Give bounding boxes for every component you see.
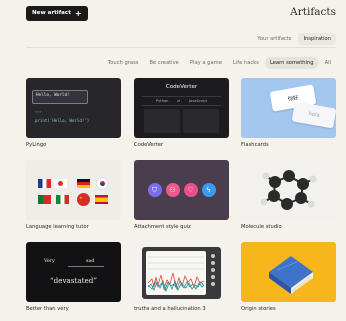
card-caption: Attachment style quiz <box>134 224 191 230</box>
quiz-thumbnail: ⛉ ⚇ ♡ ϟ <box>134 160 229 220</box>
page-title: Artifacts <box>290 6 336 18</box>
word-sad: sad <box>86 259 95 264</box>
flag-korea-icon <box>96 177 109 190</box>
tab-inspiration[interactable]: Inspiration <box>298 33 336 45</box>
tv-knob <box>211 275 215 279</box>
from-language: Python <box>156 99 169 103</box>
lightning-icon: ϟ <box>201 183 216 197</box>
card-codeverter[interactable]: CodeVerter Python ⇄ JavaScript CodeVerte… <box>134 78 229 148</box>
card-caption: PyLingo <box>26 142 47 148</box>
header-divider <box>26 47 336 48</box>
plus-icon: + <box>74 8 82 18</box>
new-artifact-label: New artifact <box>32 10 71 16</box>
people-icon: ⚇ <box>165 183 180 197</box>
card-caption: Origin stories <box>241 306 276 312</box>
molecule-thumbnail <box>241 160 336 220</box>
word-very: Very <box>44 259 55 264</box>
origin-thumbnail <box>241 242 336 302</box>
card-caption: CodeVerter <box>134 142 164 148</box>
filter-touch-grass[interactable]: Touch grass <box>103 57 144 69</box>
flag-italy-icon <box>56 195 69 204</box>
card-caption: Better than very <box>26 306 69 312</box>
better-thumbnail: Very sad “devastated” <box>26 242 121 302</box>
tv-knob <box>211 261 215 265</box>
tv-knob <box>211 268 215 272</box>
filter-be-creative[interactable]: Be creative <box>145 57 184 69</box>
target-panel <box>183 109 219 133</box>
card-caption: Molecule studio <box>241 224 282 230</box>
filter-play-a-game[interactable]: Play a game <box>185 57 227 69</box>
filter-learn-something[interactable]: Learn something <box>264 57 319 69</box>
truths-thumbnail <box>134 242 229 302</box>
input-underline <box>68 266 104 267</box>
card-caption: truths and a hallucination 3 <box>134 306 206 312</box>
card-pylingo[interactable]: Hello, World! >>> print('Hello, World!')… <box>26 78 121 148</box>
card-flashcards[interactable]: 你好 hola Flashcards <box>241 78 336 148</box>
card-origin-stories[interactable]: Origin stories <box>241 242 336 312</box>
tv-screen <box>146 251 206 295</box>
flag-france-icon <box>38 179 51 188</box>
source-panel <box>144 109 180 133</box>
card-molecule-studio[interactable]: Molecule studio <box>241 160 336 230</box>
shield-icon: ⛉ <box>147 183 162 197</box>
card-attachment-quiz[interactable]: ⛉ ⚇ ♡ ϟ Attachment style quiz <box>134 160 229 230</box>
tv-knob <box>211 282 215 286</box>
result-word: “devastated” <box>49 276 98 285</box>
filter-life-hacks[interactable]: Life hacks <box>228 57 264 69</box>
top-tabs: Your artifacts Inspiration <box>252 33 336 45</box>
pylingo-code: print('Hello, World!') <box>35 118 90 123</box>
card-truths[interactable]: truths and a hallucination 3 <box>134 242 229 312</box>
heart-icon: ♡ <box>183 183 198 197</box>
codeverter-thumbnail: CodeVerter Python ⇄ JavaScript <box>134 78 229 138</box>
pylingo-prompt: >>> <box>35 110 42 114</box>
filter-all[interactable]: All <box>320 57 336 69</box>
flag-spain-icon <box>95 195 108 204</box>
flag-germany-icon <box>77 179 90 188</box>
waveform-icon <box>147 256 205 293</box>
flashcards-thumbnail: 你好 hola <box>241 78 336 138</box>
pylingo-thumbnail: Hello, World! >>> print('Hello, World!') <box>26 78 121 138</box>
card-language-tutor[interactable]: ★ Language learning tutor <box>26 160 121 230</box>
category-filters: Touch grass Be creative Play a game Life… <box>103 57 336 69</box>
card-caption: Language learning tutor <box>26 224 89 230</box>
new-artifact-button[interactable]: New artifact + <box>26 6 88 21</box>
flag-portugal-icon <box>38 195 51 204</box>
flashcard-back: hola <box>291 101 336 129</box>
codeverter-header: CodeVerter <box>165 84 198 90</box>
language-tutor-thumbnail: ★ <box>26 160 121 220</box>
swap-icon: ⇄ <box>177 99 181 103</box>
flag-china-icon: ★ <box>77 193 90 206</box>
flag-japan-icon <box>54 179 67 188</box>
book-icon <box>269 256 313 294</box>
tv-knob <box>211 254 215 258</box>
to-language: JavaScript <box>188 99 207 103</box>
tab-your-artifacts[interactable]: Your artifacts <box>252 33 296 45</box>
molecule-icon <box>260 170 317 210</box>
codeverter-lang-bar: Python ⇄ JavaScript <box>142 96 221 106</box>
card-caption: Flashcards <box>241 142 269 148</box>
pylingo-input-box: Hello, World! <box>32 90 88 104</box>
card-better-than-very[interactable]: Very sad “devastated” Better than very <box>26 242 121 312</box>
